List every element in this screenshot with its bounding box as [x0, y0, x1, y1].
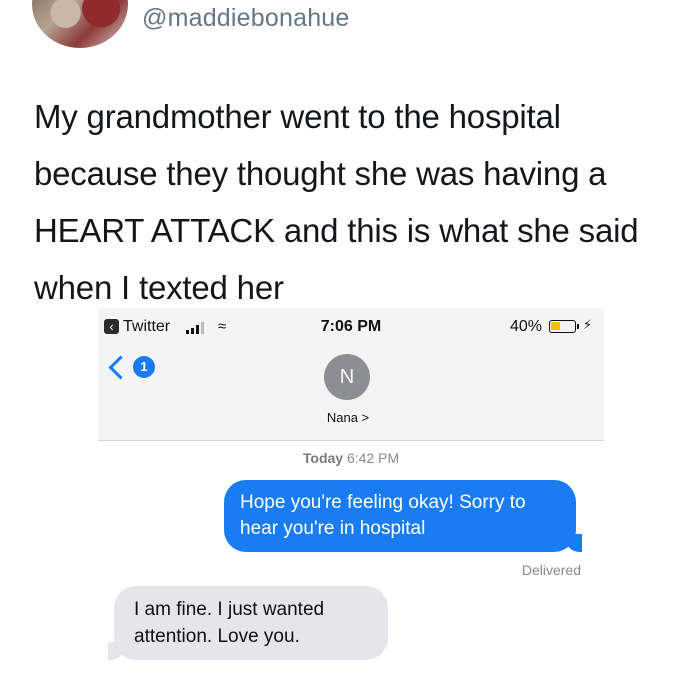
- contact-name[interactable]: Nana >: [98, 410, 598, 425]
- battery-tip: [577, 324, 579, 329]
- tweet-text: My grandmother went to the hospital beca…: [34, 98, 639, 306]
- phone-screenshot: ‹ Twitter ≈ 7:06 PM 40% ⚡ 1 N Nana > Tod…: [98, 308, 604, 682]
- status-bar: ‹ Twitter ≈ 7:06 PM 40% ⚡: [98, 316, 604, 340]
- charging-icon: ⚡: [583, 317, 593, 332]
- message-thread: Today 6:42 PM Hope you're feeling okay! …: [98, 440, 604, 682]
- unread-count-badge: 1: [133, 356, 155, 378]
- back-button[interactable]: 1: [108, 355, 172, 386]
- user-handle[interactable]: @maddiebonahue: [142, 4, 350, 33]
- messages-nav-bar: ‹ Twitter ≈ 7:06 PM 40% ⚡ 1 N Nana >: [98, 308, 604, 441]
- battery-icon: [549, 320, 576, 333]
- battery-fill: [551, 322, 560, 330]
- chevron-left-icon: [108, 355, 133, 380]
- contact-avatar[interactable]: N: [324, 354, 370, 400]
- delivery-status: Delivered: [521, 562, 581, 578]
- message-timestamp: Today 6:42 PM: [98, 450, 604, 466]
- profile-avatar[interactable]: [32, 0, 128, 48]
- tweet-header: @maddiebonahue: [0, 0, 700, 60]
- outgoing-message-bubble[interactable]: Hope you're feeling okay! Sorry to hear …: [224, 480, 582, 552]
- timestamp-time: 6:42 PM: [346, 450, 400, 466]
- battery-percentage: 40%: [510, 318, 543, 335]
- timestamp-day: Today: [302, 450, 344, 466]
- incoming-message-bubble[interactable]: I am fine. I just wanted attention. Love…: [108, 586, 388, 660]
